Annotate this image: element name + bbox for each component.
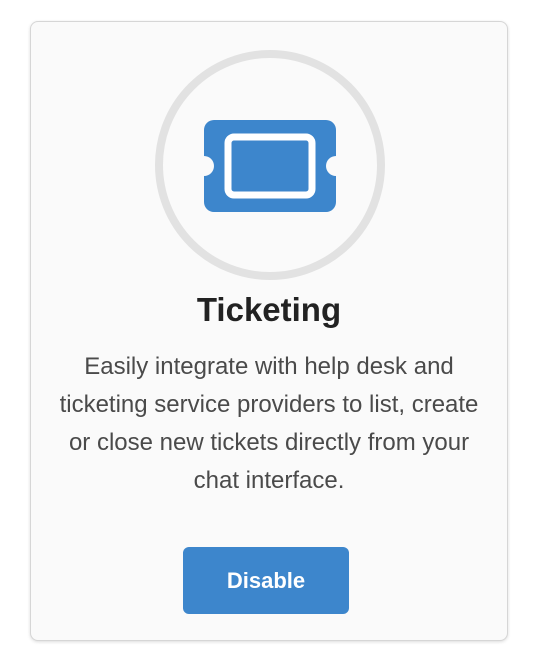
disable-button[interactable]: Disable — [183, 547, 349, 614]
ticket-icon — [204, 120, 336, 212]
icon-ring — [155, 50, 385, 280]
integration-card: Ticketing Easily integrate with help des… — [30, 21, 508, 641]
integration-title: Ticketing — [196, 291, 342, 328]
integration-description: Easily integrate with help desk and tick… — [59, 353, 479, 494]
